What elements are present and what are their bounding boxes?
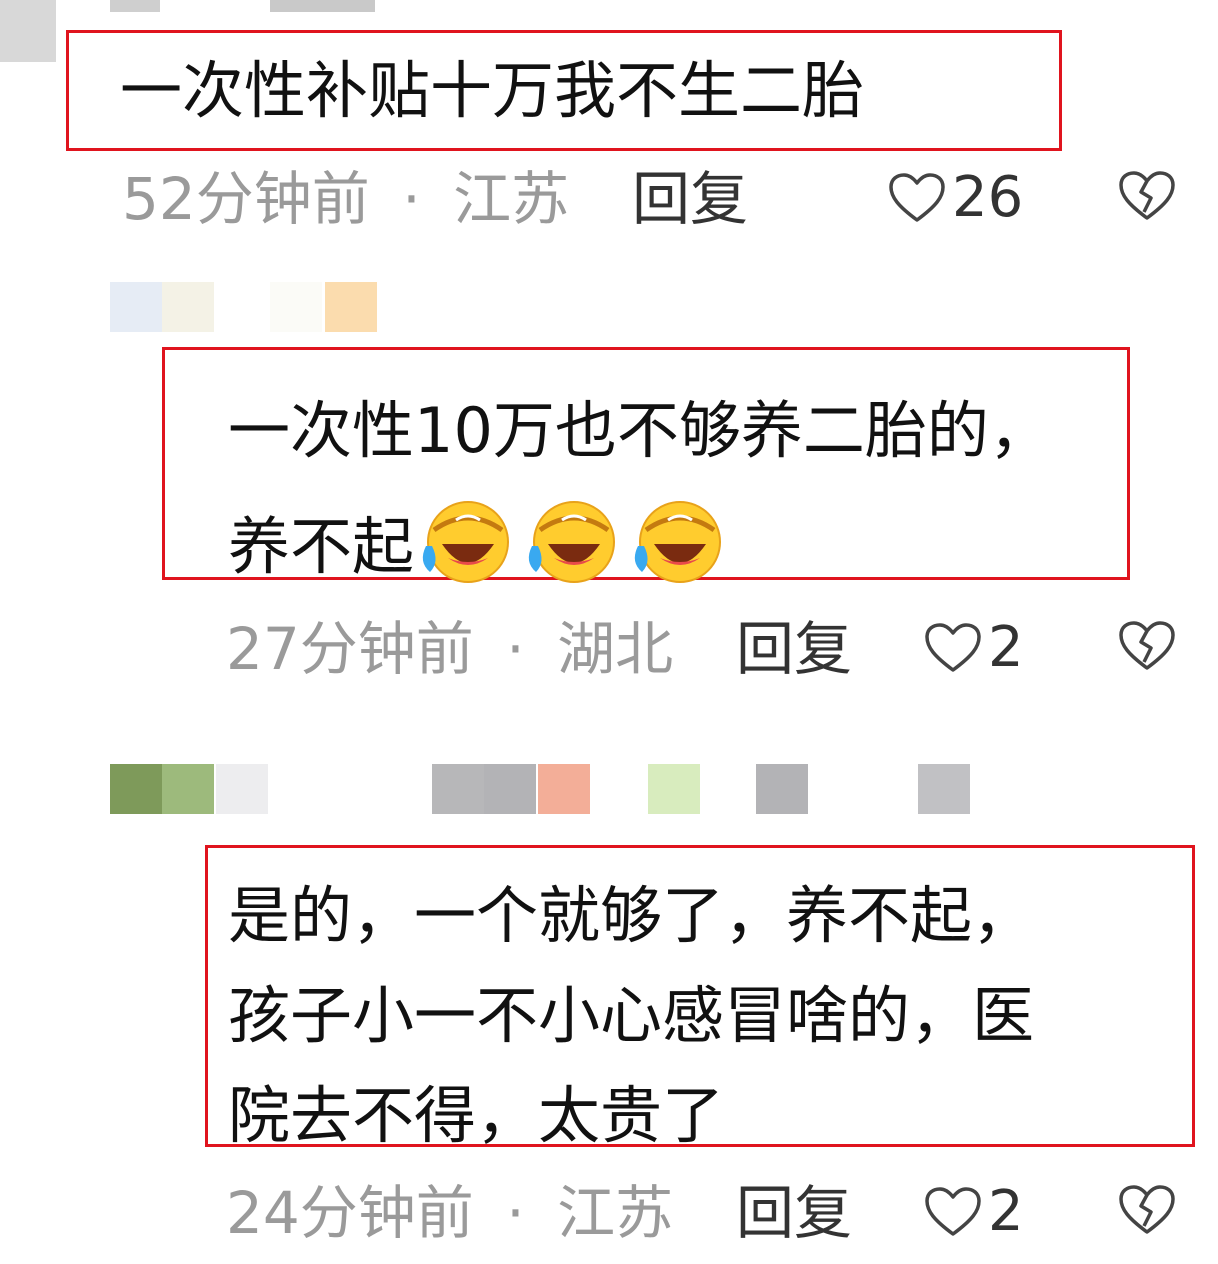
like-button[interactable]: 2 xyxy=(924,1184,1024,1240)
heart-icon xyxy=(924,622,982,674)
like-count: 2 xyxy=(988,615,1024,680)
comment-text: 一次性补贴十万我不生二胎 xyxy=(120,60,864,122)
laughing-crying-emoji xyxy=(416,500,520,594)
comment-line: 是的，一个就够了，养不起， xyxy=(228,879,1035,952)
meta-separator: · xyxy=(506,1179,525,1247)
like-count: 2 xyxy=(988,1179,1024,1244)
laughing-crying-emoji xyxy=(628,500,732,594)
dislike-button[interactable] xyxy=(1118,620,1176,672)
like-count: 26 xyxy=(952,165,1024,230)
comment-text: 一次性10万也不够养二胎的， 养不起 xyxy=(228,400,1051,594)
meta-separator: · xyxy=(402,165,421,233)
comment-line: 养不起 xyxy=(228,510,415,583)
reply-button[interactable]: 回复 xyxy=(632,170,748,228)
comment-location: 江苏 xyxy=(453,165,570,233)
meta-separator: · xyxy=(506,615,525,683)
comment-time: 52分钟前 xyxy=(122,165,370,233)
comment-location: 江苏 xyxy=(557,1179,674,1247)
dislike-button[interactable] xyxy=(1118,170,1176,222)
reply-button[interactable]: 回复 xyxy=(736,1184,852,1242)
laughing-crying-emoji xyxy=(522,500,626,594)
comment-line: 院去不得，太贵了 xyxy=(228,1079,725,1152)
like-button[interactable]: 26 xyxy=(888,170,1023,226)
comment-meta: 27分钟前 · 湖北 xyxy=(226,620,673,678)
comment-location: 湖北 xyxy=(557,615,674,683)
dislike-button[interactable] xyxy=(1118,1184,1176,1236)
comment-line: 一次性10万也不够养二胎的， xyxy=(228,394,1051,467)
comment-line: 一次性补贴十万我不生二胎 xyxy=(120,54,865,127)
reply-button[interactable]: 回复 xyxy=(736,620,852,678)
heart-icon xyxy=(924,1186,982,1238)
comment-meta: 52分钟前 · 江苏 xyxy=(122,170,569,228)
comment-time: 24分钟前 xyxy=(226,1179,474,1247)
heart-icon xyxy=(888,172,946,224)
broken-heart-icon xyxy=(1118,1184,1176,1236)
comment-meta: 24分钟前 · 江苏 xyxy=(226,1184,673,1242)
broken-heart-icon xyxy=(1118,620,1176,672)
comment-time: 27分钟前 xyxy=(226,615,474,683)
like-button[interactable]: 2 xyxy=(924,620,1024,676)
broken-heart-icon xyxy=(1118,170,1176,222)
comment-text: 是的，一个就够了，养不起， 孩子小一不小心感冒啥的，医 院去不得，太贵了 xyxy=(228,866,1034,1166)
comment-line: 孩子小一不小心感冒啥的，医 xyxy=(228,979,1035,1052)
